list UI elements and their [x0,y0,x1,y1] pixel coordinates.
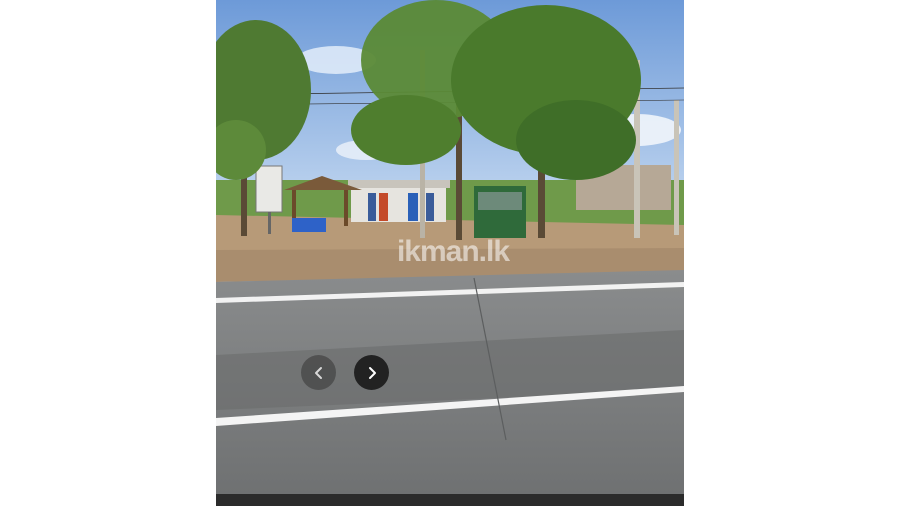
chevron-right-icon [368,366,376,379]
street-view-image [216,0,684,494]
previous-image-button[interactable] [301,355,336,390]
next-image-button[interactable] [354,355,389,390]
page: ikman.lk [0,0,900,506]
chevron-left-icon [314,366,322,379]
gallery-bottom-bar [216,494,684,506]
gallery-photo[interactable] [216,0,684,494]
